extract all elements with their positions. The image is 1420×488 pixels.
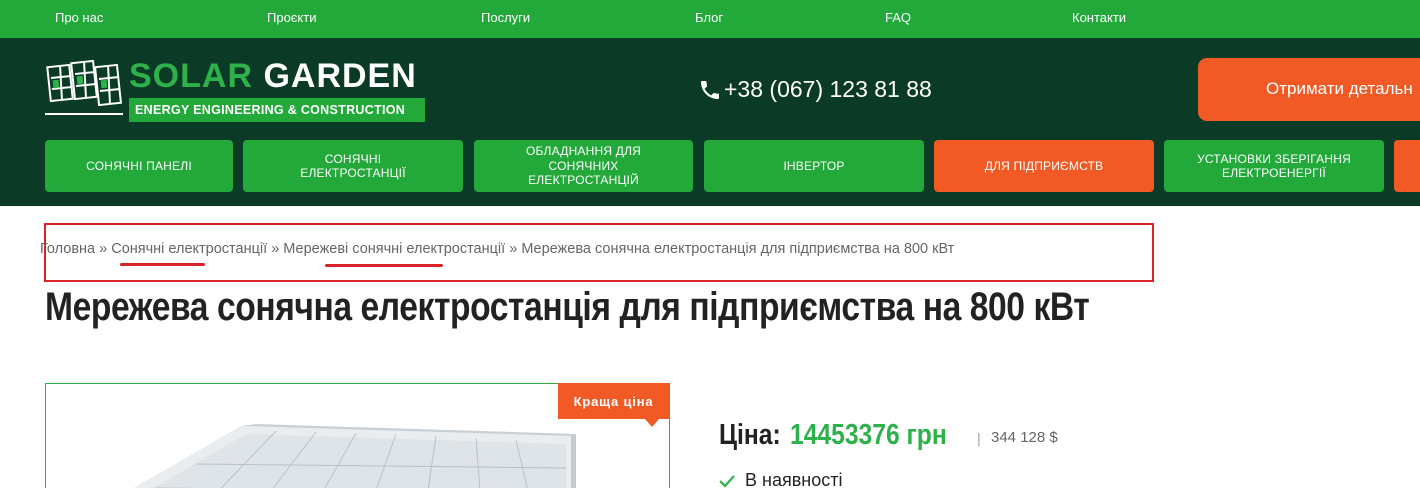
stock-status: В наявності — [719, 470, 842, 488]
price-block: Ціна: 14453376 грн | 344 128 $ — [719, 419, 1058, 452]
page-title: Мережева сонячна електростанція для підп… — [45, 285, 1090, 329]
price-usd: 344 128 $ — [991, 429, 1058, 446]
phone-icon — [701, 80, 719, 99]
category-enterprise[interactable]: ДЛЯ ПІДПРИЄМСТВ — [934, 140, 1154, 192]
category-equipment[interactable]: ОБЛАДНАННЯ ДЛЯ СОНЯЧНИХ ЕЛЕКТРОСТАНЦІЙ — [474, 140, 693, 192]
logo[interactable]: SOLAR GARDEN ENERGY ENGINEERING & CONSTR… — [45, 57, 427, 122]
category-solar-panels[interactable]: СОНЯЧНІ ПАНЕЛІ — [45, 140, 233, 192]
check-icon — [719, 474, 735, 488]
price-value: 14453376 грн — [789, 419, 947, 451]
stock-label: В наявності — [745, 470, 843, 488]
phone-link[interactable]: +38 (067) 123 81 88 — [698, 76, 932, 103]
badge-pointer — [645, 419, 659, 427]
top-nav: Про нас Проєкти Послуги Блог FAQ Контакт… — [0, 0, 1420, 38]
category-energy-storage[interactable]: УСТАНОВКИ ЗБЕРІГАННЯ ЕЛЕКТРОЕНЕРГІЇ — [1164, 140, 1384, 192]
topnav-about[interactable]: Про нас — [55, 10, 103, 25]
get-details-button[interactable]: Отримати детальн — [1198, 58, 1420, 121]
site-header: SOLAR GARDEN ENERGY ENGINEERING & CONSTR… — [0, 38, 1420, 206]
category-inverter[interactable]: ІНВЕРТОР — [704, 140, 924, 192]
topnav-projects[interactable]: Проєкти — [267, 10, 317, 25]
breadcrumb-solar-stations[interactable]: Сонячні електростанції — [111, 241, 267, 257]
breadcrumb-grid-stations[interactable]: Мережеві сонячні електростанції — [283, 241, 505, 257]
price-separator: | — [977, 430, 981, 446]
solar-panel-icon — [45, 60, 123, 115]
annotation-underline — [120, 263, 205, 266]
topnav-blog[interactable]: Блог — [695, 10, 723, 25]
category-more[interactable] — [1394, 140, 1420, 192]
logo-title: SOLAR GARDEN — [129, 57, 417, 95]
price-label: Ціна: — [719, 419, 781, 451]
category-solar-stations[interactable]: СОНЯЧНІ ЕЛЕКТРОСТАНЦІЇ — [243, 140, 463, 192]
topnav-contacts[interactable]: Контакти — [1072, 10, 1126, 25]
logo-tagline: ENERGY ENGINEERING & CONSTRUCTION — [129, 98, 425, 122]
best-price-badge: Краща ціна — [558, 383, 669, 419]
topnav-faq[interactable]: FAQ — [885, 10, 911, 25]
breadcrumb-current: Мережева сонячна електростанція для підп… — [521, 241, 955, 257]
annotation-underline — [325, 264, 443, 267]
breadcrumb: Головна » Сонячні електростанції » Мереж… — [40, 241, 955, 257]
phone-number: +38 (067) 123 81 88 — [724, 76, 932, 102]
breadcrumb-home[interactable]: Головна — [40, 241, 95, 257]
topnav-services[interactable]: Послуги — [481, 10, 530, 25]
